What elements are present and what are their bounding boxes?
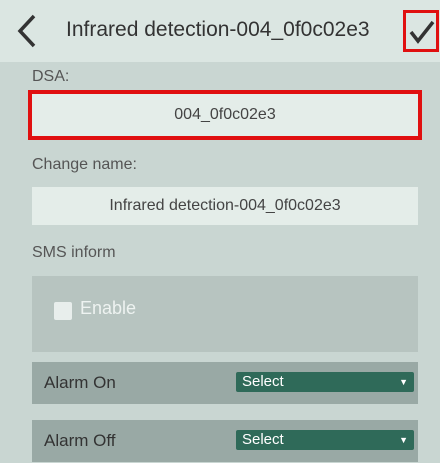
sms-inform-panel: Enable <box>32 276 418 352</box>
page-title: Infrared detection-004_0f0c02e3 <box>66 18 370 41</box>
back-button[interactable] <box>14 12 40 50</box>
alarm-on-select-value: Select <box>242 373 284 390</box>
alarm-on-row: Alarm On Select ▼ <box>32 362 418 404</box>
alarm-off-label: Alarm Off <box>44 431 116 450</box>
alarm-on-label: Alarm On <box>44 373 116 392</box>
dropdown-arrow-icon: ▼ <box>399 435 408 445</box>
dsa-label: DSA: <box>32 68 70 85</box>
change-name-label: Change name: <box>32 156 137 173</box>
enable-checkbox[interactable] <box>54 302 72 320</box>
change-name-input[interactable]: Infrared detection-004_0f0c02e3 <box>32 187 418 225</box>
alarm-off-row: Alarm Off Select ▼ <box>32 420 418 462</box>
dropdown-arrow-icon: ▼ <box>399 377 408 387</box>
checkmark-icon <box>409 20 435 44</box>
confirm-button[interactable] <box>403 10 439 52</box>
sms-inform-label: SMS inform <box>32 244 116 261</box>
alarm-off-select[interactable]: Select ▼ <box>236 430 414 450</box>
alarm-on-select[interactable]: Select ▼ <box>236 372 414 392</box>
enable-label: Enable <box>80 298 137 318</box>
dsa-field[interactable]: 004_0f0c02e3 <box>28 90 422 140</box>
header-bar: Infrared detection-004_0f0c02e3 <box>0 0 440 62</box>
alarm-off-select-value: Select <box>242 431 284 448</box>
chevron-left-icon <box>17 14 36 48</box>
